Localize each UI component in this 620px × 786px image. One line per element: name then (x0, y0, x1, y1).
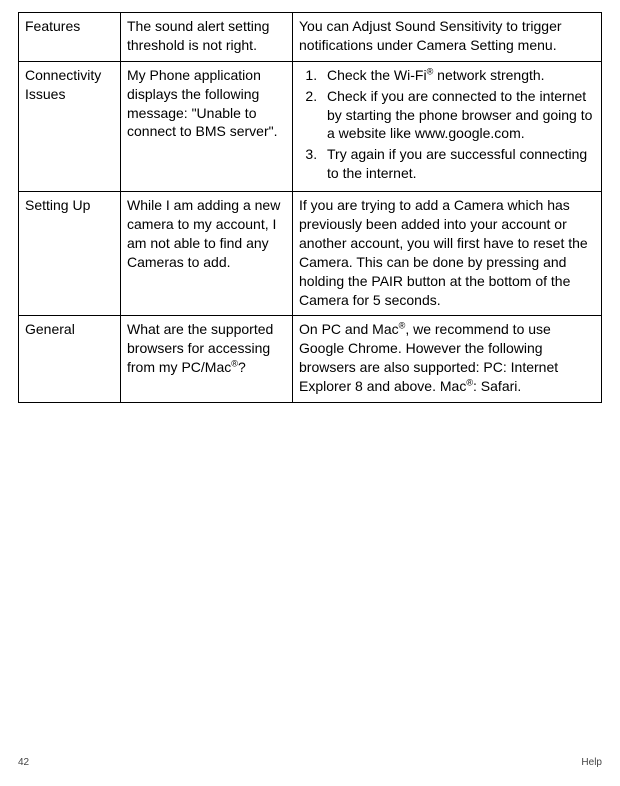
table-row: General What are the supported browsers … (19, 316, 602, 403)
problem-cell: My Phone application displays the follow… (121, 61, 293, 191)
solution-step: Try again if you are successful connecti… (321, 145, 595, 183)
solution-cell: On PC and Mac®, we recommend to use Goog… (293, 316, 602, 403)
problem-cell: The sound alert setting threshold is not… (121, 13, 293, 62)
section-label: Help (581, 757, 602, 768)
table-row: Features The sound alert setting thresho… (19, 13, 602, 62)
category-cell: General (19, 316, 121, 403)
page-number: 42 (18, 757, 29, 768)
problem-cell: While I am adding a new camera to my acc… (121, 192, 293, 316)
category-cell: Connectivity Issues (19, 61, 121, 191)
category-cell: Setting Up (19, 192, 121, 316)
solution-steps: Check the Wi-Fi® network strength. Check… (299, 66, 595, 183)
page-footer: 42 Help (18, 757, 602, 768)
solution-cell: If you are trying to add a Camera which … (293, 192, 602, 316)
solution-step: Check if you are connected to the intern… (321, 87, 595, 144)
solution-cell: You can Adjust Sound Sensitivity to trig… (293, 13, 602, 62)
solution-step: Check the Wi-Fi® network strength. (321, 66, 595, 85)
table-row: Connectivity Issues My Phone application… (19, 61, 602, 191)
table-row: Setting Up While I am adding a new camer… (19, 192, 602, 316)
page: Features The sound alert setting thresho… (0, 0, 620, 786)
category-cell: Features (19, 13, 121, 62)
problem-cell: What are the supported browsers for acce… (121, 316, 293, 403)
troubleshooting-table: Features The sound alert setting thresho… (18, 12, 602, 403)
solution-cell: Check the Wi-Fi® network strength. Check… (293, 61, 602, 191)
